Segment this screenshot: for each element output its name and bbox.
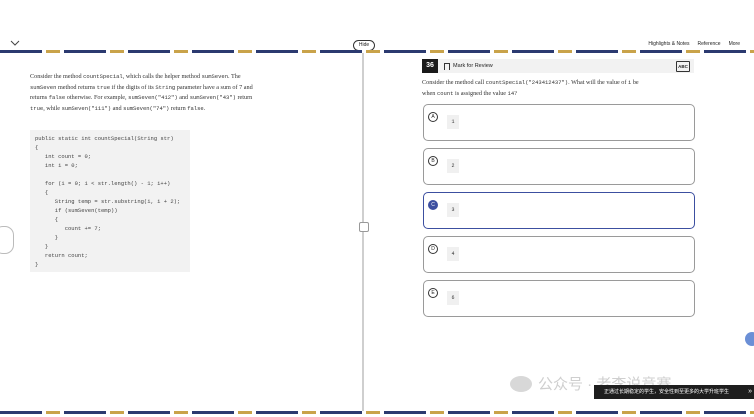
code-line: } <box>35 243 49 250</box>
choice-letter: D <box>428 244 438 254</box>
passage-text: Consider the method countSpecial, which … <box>30 73 253 112</box>
code-line: { <box>35 216 59 223</box>
code-line: public static int countSpecial(String st… <box>35 135 174 142</box>
top-toolbar: Hide Highlights & Notes Reference More <box>0 0 754 52</box>
code-line: for (i = 0; i < str.length() - 1; i++) <box>35 180 171 187</box>
notification-banner[interactable]: 正通过长期稳定的学生，安全性到至更多的大学升班学生 » <box>594 385 754 399</box>
bookmark-icon <box>444 62 450 70</box>
pane-divider[interactable] <box>362 53 364 411</box>
code-line: if (sumSeven(temp)) <box>35 207 118 214</box>
code-block: public static int countSpecial(String st… <box>30 130 190 272</box>
choice-value: 4 <box>447 247 459 261</box>
choice-letter: E <box>428 288 438 298</box>
choice-value: 1 <box>447 115 459 129</box>
highlights-notes-link[interactable]: Highlights & Notes <box>648 41 689 47</box>
question-number: 36 <box>422 59 438 73</box>
answer-choice-c[interactable]: C 3 <box>423 192 695 229</box>
choice-letter: C <box>428 200 438 210</box>
divider-drag-handle[interactable] <box>359 222 369 232</box>
top-links: Highlights & Notes Reference More <box>648 41 740 47</box>
code-line: } <box>35 261 39 268</box>
mark-for-review-button[interactable]: Mark for Review <box>444 59 493 73</box>
question-header: 36 Mark for Review ABC <box>422 59 694 73</box>
choice-letter: B <box>428 156 438 166</box>
answer-choice-b[interactable]: B 2 <box>423 148 695 185</box>
wechat-icon <box>510 375 532 392</box>
choice-value: 3 <box>447 203 459 217</box>
choice-letter: A <box>428 112 438 122</box>
answer-eliminator-button[interactable]: ABC <box>676 61 690 72</box>
code-line: int count = 0; <box>35 153 92 160</box>
answer-choice-e[interactable]: E 6 <box>423 280 695 317</box>
code-line: return count; <box>35 252 88 259</box>
choice-value: 2 <box>447 159 459 173</box>
code-line: } <box>35 234 59 241</box>
top-decorative-stripe <box>0 50 754 53</box>
answer-choice-d[interactable]: D 4 <box>423 236 695 273</box>
question-text: Consider the method call countSpecial("2… <box>422 79 639 97</box>
reference-link[interactable]: Reference <box>698 41 721 47</box>
chevron-down-icon[interactable] <box>10 39 20 47</box>
floating-help-button[interactable] <box>745 332 754 346</box>
bottom-decorative-stripe <box>0 411 754 414</box>
code-line: int i = 0; <box>35 162 78 169</box>
choice-value: 6 <box>447 291 459 305</box>
code-line: { <box>35 144 39 151</box>
left-collapse-tab[interactable] <box>0 226 14 254</box>
code-line: { <box>35 189 49 196</box>
code-line: count += 7; <box>35 225 102 232</box>
more-link[interactable]: More <box>729 41 740 47</box>
banner-arrow-icon[interactable]: » <box>748 385 752 399</box>
code-line: String temp = str.substring(i, i + 2); <box>35 198 181 205</box>
answer-choice-a[interactable]: A 1 <box>423 104 695 141</box>
mark-for-review-label: Mark for Review <box>453 63 493 69</box>
